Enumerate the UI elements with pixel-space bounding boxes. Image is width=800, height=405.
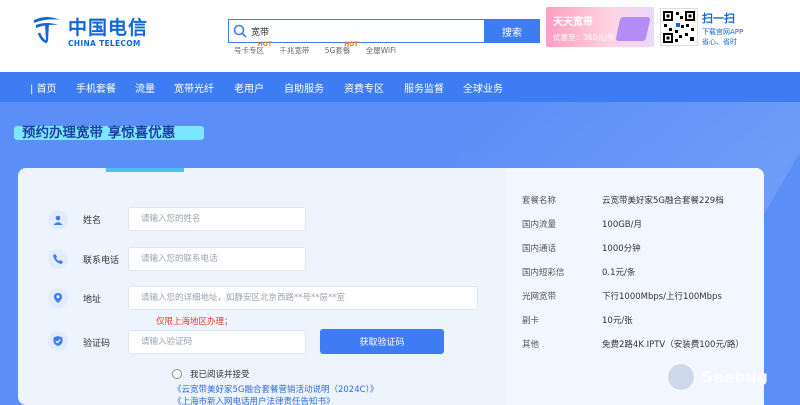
main-nav: | 首页 手机套餐 流量 宽带光纤 老用户 自助服务 资费专区 服务监督 全球业… <box>0 72 800 102</box>
nav-item-self-service[interactable]: 自助服务 <box>284 80 324 95</box>
phone-label: 联系电话 <box>83 256 120 266</box>
nav-item-existing-users[interactable]: 老用户 <box>234 80 264 95</box>
name-input[interactable] <box>128 207 306 231</box>
hot-search-words: 号卡专区 HOT 千兆宽带 5G套餐 HOT 全屋WiFi <box>234 41 409 59</box>
app-qr-code <box>660 8 698 46</box>
plan-info-value: 免费2路4K IPTV（安装费100元/路） <box>602 340 744 350</box>
hot-word-label: 千兆宽带 <box>279 46 310 55</box>
verification-code-input[interactable] <box>128 330 306 354</box>
plan-info-value: 云宽带美好家5G融合套餐229档 <box>602 196 724 206</box>
hot-word-item[interactable]: 号卡专区 HOT <box>234 41 272 56</box>
site-header: 中国电信 CHINA TELECOM 搜索 号卡专区HOT 千兆宽带 5G套餐H… <box>0 0 800 72</box>
hot-word-item[interactable]: 5G套餐 HOT <box>325 41 359 56</box>
nav-label: 首页 <box>36 84 57 95</box>
telecom-logo-icon <box>34 17 60 44</box>
plan-info-key: 副卡 <box>522 316 540 326</box>
plan-info-key: 套餐名称 <box>522 196 557 206</box>
promo-heading: 预约办理宽带 享惊喜优惠 <box>14 118 204 144</box>
seebug-logo-icon <box>666 362 696 392</box>
name-label: 姓名 <box>83 216 102 226</box>
nav-item-supervision[interactable]: 服务监督 <box>404 80 444 95</box>
address-label: 地址 <box>83 295 102 305</box>
search-icon <box>233 24 247 38</box>
promo-title: 预约办理宽带 享惊喜优惠 <box>22 125 176 141</box>
terms-link-campaign[interactable]: 《云宽带美好家5G融合套餐营销活动说明（2024C）》 <box>173 383 378 395</box>
get-code-button[interactable]: 获取验证码 <box>320 329 444 354</box>
plan-info-value: 10元/张 <box>602 316 633 326</box>
address-input[interactable] <box>128 286 478 310</box>
plan-info-key: 国内短彩信 <box>522 268 565 278</box>
search-input[interactable] <box>251 22 481 40</box>
brand-name-en: CHINA TELECOM <box>68 39 141 48</box>
plan-info-row: 其他 免费2路4K IPTV（安装费100元/路） <box>522 338 744 350</box>
hot-word-item[interactable]: 千兆宽带 <box>279 45 309 56</box>
plan-info-row: 副卡 10元/张 <box>522 314 633 326</box>
nav-item-data[interactable]: 流量 <box>135 80 155 95</box>
plan-info-key: 光网宽带 <box>522 292 557 302</box>
agree-text: 我已阅读并接受 <box>190 370 250 380</box>
brand-name-cn: 中国电信 <box>68 17 149 39</box>
plan-info-row: 国内流量 100GB/月 <box>522 218 642 230</box>
scan-line2: 省心、省时 <box>702 38 737 46</box>
nav-item-global[interactable]: 全球业务 <box>463 80 503 95</box>
search-button[interactable]: 搜索 <box>484 19 540 43</box>
plan-info-value: 100GB/月 <box>602 220 643 230</box>
search-box: 搜索 <box>228 19 540 43</box>
hot-badge: HOT <box>257 41 272 48</box>
phone-input[interactable] <box>128 247 306 271</box>
plan-info-value: 0.1元/条 <box>602 268 636 278</box>
plan-info-row: 套餐名称 云宽带美好家5G融合套餐229档 <box>522 194 724 206</box>
qr-code-icon <box>663 11 695 43</box>
scan-line1: 下载官网APP <box>702 28 744 36</box>
ad-title: 天天宽带 <box>553 17 593 28</box>
watermark-text: Seebug <box>702 368 769 386</box>
agree-checkbox[interactable] <box>172 369 182 379</box>
nav-item-broadband[interactable]: 宽带光纤 <box>174 80 214 95</box>
plan-info-row: 国内通话 1000分钟 <box>522 242 641 254</box>
app-download-promo[interactable]: 扫一扫 下载官网APP 省心、省时 <box>702 10 743 47</box>
scan-title: 扫一扫 <box>702 12 735 25</box>
shield-check-icon <box>48 331 68 351</box>
nav-item-home[interactable]: | 首页 <box>30 80 57 95</box>
plan-info-row: 光网宽带 下行1000Mbps/上行100Mbps <box>522 290 722 302</box>
china-telecom-logo[interactable]: 中国电信 CHINA TELECOM <box>30 9 150 55</box>
plan-info-row: 国内短彩信 0.1元/条 <box>522 266 635 278</box>
seebug-watermark: Seebug <box>666 362 798 402</box>
hot-badge: HOT <box>344 41 359 48</box>
terms-link-legal[interactable]: 《上海市新入网电话用户法律责任告知书》 <box>173 395 335 405</box>
form-tab-indicator <box>106 168 184 172</box>
nav-item-tariffs[interactable]: 资费专区 <box>344 80 384 95</box>
router-illustration <box>615 17 651 41</box>
plan-info-key: 国内流量 <box>522 220 557 230</box>
user-icon <box>48 210 68 230</box>
hot-word-item[interactable]: 全屋WiFi <box>366 45 396 56</box>
ad-subtitle: 优惠至：360元/年 <box>553 33 615 42</box>
region-warning: 仅限上海地区办理； <box>156 317 233 327</box>
broadband-ad-banner[interactable]: 天天宽带 优惠至：360元/年 <box>546 7 654 47</box>
hot-word-label: 全屋WiFi <box>365 46 396 55</box>
nav-item-mobile-plans[interactable]: 手机套餐 <box>76 80 116 95</box>
plan-info-value: 1000分钟 <box>602 244 641 254</box>
plan-info-key: 国内通话 <box>522 244 557 254</box>
code-label: 验证码 <box>83 339 111 349</box>
phone-icon <box>48 249 68 269</box>
plan-info-value: 下行1000Mbps/上行100Mbps <box>602 292 722 302</box>
plan-info-key: 其他 <box>522 340 540 350</box>
location-pin-icon <box>48 288 68 308</box>
